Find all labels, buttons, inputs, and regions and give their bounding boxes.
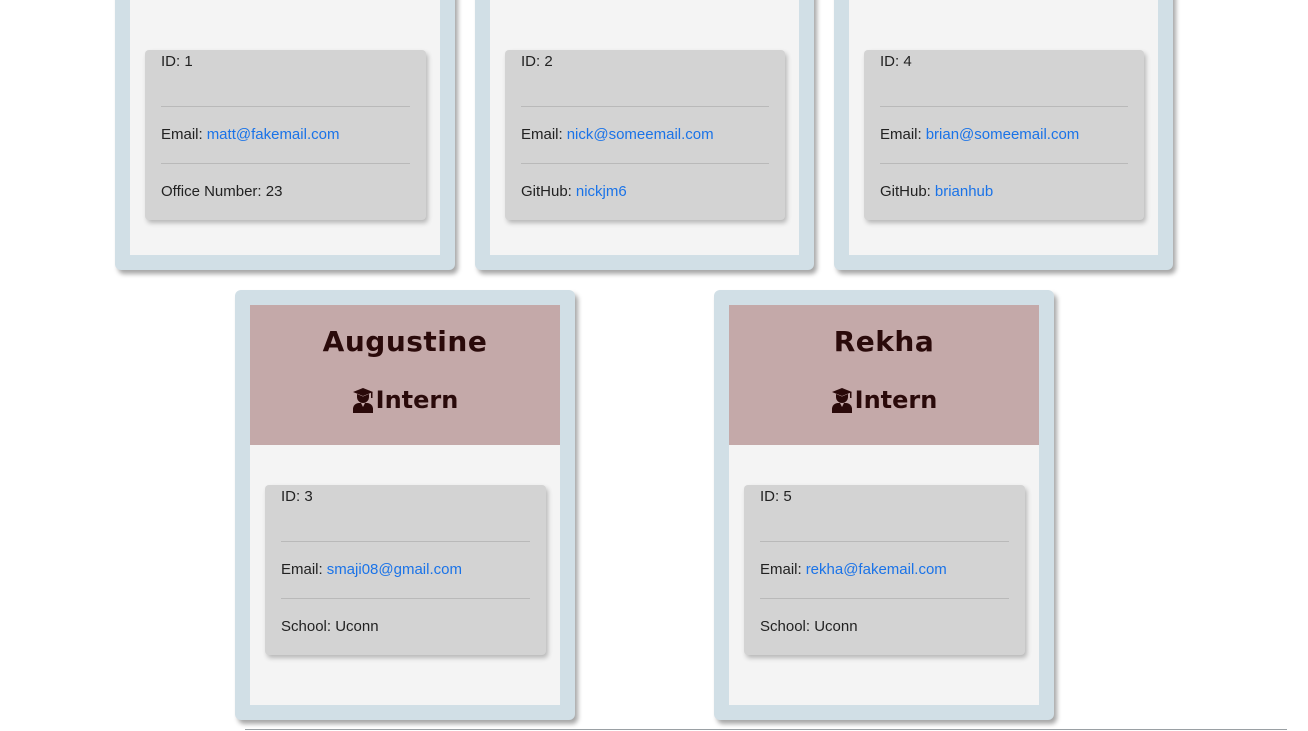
info-list: ID: 3 Email: smaji08@gmail.com School: U… (265, 485, 546, 655)
role-label: Intern (854, 386, 938, 414)
email-label: Email: (161, 126, 203, 143)
card-header: Augustine Intern (250, 305, 560, 445)
employee-card-engineer-2: ID: 4 Email: brian@someemail.com GitHub:… (834, 0, 1173, 270)
github-link[interactable]: nickjm6 (576, 182, 627, 202)
id-text: ID: 5 (760, 488, 792, 505)
employee-role: Intern (250, 385, 560, 415)
card-header: Rekha Intern (729, 305, 1039, 445)
card-body: ID: 2 Email: nick@someemail.com GitHub: … (490, 0, 799, 255)
role-label: Intern (375, 386, 459, 414)
info-school: School: Uconn (760, 599, 1009, 655)
info-school: School: Uconn (281, 599, 530, 655)
id-text: ID: 4 (880, 53, 912, 70)
info-list: ID: 5 Email: rekha@fakemail.com School: … (744, 485, 1025, 655)
email-link[interactable]: rekha@fakemail.com (806, 560, 947, 580)
email-link[interactable]: smaji08@gmail.com (327, 560, 462, 580)
github-label: GitHub: (880, 183, 931, 200)
github-link[interactable]: brianhub (935, 182, 993, 202)
employee-card-engineer-1: ID: 2 Email: nick@someemail.com GitHub: … (475, 0, 814, 270)
email-label: Email: (521, 126, 563, 143)
card-body: Augustine Intern ID: 3 Email: smaji08@gm… (250, 305, 560, 705)
id-text: ID: 2 (521, 53, 553, 70)
info-id: ID: 5 (760, 485, 1009, 542)
employee-name: Rekha (833, 325, 935, 358)
email-label: Email: (880, 126, 922, 143)
employee-card-manager: ID: 1 Email: matt@fakemail.com Office Nu… (115, 0, 455, 270)
info-email: Email: matt@fakemail.com (161, 107, 410, 164)
employee-card-intern-2: Rekha Intern ID: 5 Email: rekha@fakemail… (714, 290, 1054, 720)
info-id: ID: 1 (161, 50, 410, 107)
info-email: Email: smaji08@gmail.com (281, 542, 530, 599)
email-label: Email: (760, 561, 802, 578)
info-github: GitHub: nickjm6 (521, 164, 769, 220)
card-body: ID: 1 Email: matt@fakemail.com Office Nu… (130, 0, 440, 255)
github-label: GitHub: (521, 183, 572, 200)
office-number-text: Office Number: 23 (161, 183, 283, 200)
email-label: Email: (281, 561, 323, 578)
info-id: ID: 3 (281, 485, 530, 542)
info-list: ID: 4 Email: brian@someemail.com GitHub:… (864, 50, 1144, 220)
employee-card-intern-1: Augustine Intern ID: 3 Email: smaji08@gm… (235, 290, 575, 720)
id-text: ID: 3 (281, 488, 313, 505)
info-office: Office Number: 23 (161, 164, 410, 220)
info-email: Email: nick@someemail.com (521, 107, 769, 164)
card-body: ID: 4 Email: brian@someemail.com GitHub:… (849, 0, 1158, 255)
employee-name: Augustine (322, 325, 488, 358)
employee-role: Intern (729, 385, 1039, 415)
info-list: ID: 2 Email: nick@someemail.com GitHub: … (505, 50, 785, 220)
info-id: ID: 2 (521, 50, 769, 107)
user-graduate-icon (831, 388, 852, 413)
email-link[interactable]: brian@someemail.com (926, 125, 1080, 145)
school-text: School: Uconn (281, 618, 379, 635)
id-text: ID: 1 (161, 53, 193, 70)
info-id: ID: 4 (880, 50, 1128, 107)
divider (245, 729, 1287, 730)
card-body: Rekha Intern ID: 5 Email: rekha@fakemail… (729, 305, 1039, 705)
info-list: ID: 1 Email: matt@fakemail.com Office Nu… (145, 50, 426, 220)
info-email: Email: brian@someemail.com (880, 107, 1128, 164)
info-github: GitHub: brianhub (880, 164, 1128, 220)
email-link[interactable]: matt@fakemail.com (207, 125, 340, 145)
user-graduate-icon (352, 388, 373, 413)
info-email: Email: rekha@fakemail.com (760, 542, 1009, 599)
school-text: School: Uconn (760, 618, 858, 635)
email-link[interactable]: nick@someemail.com (567, 125, 714, 145)
